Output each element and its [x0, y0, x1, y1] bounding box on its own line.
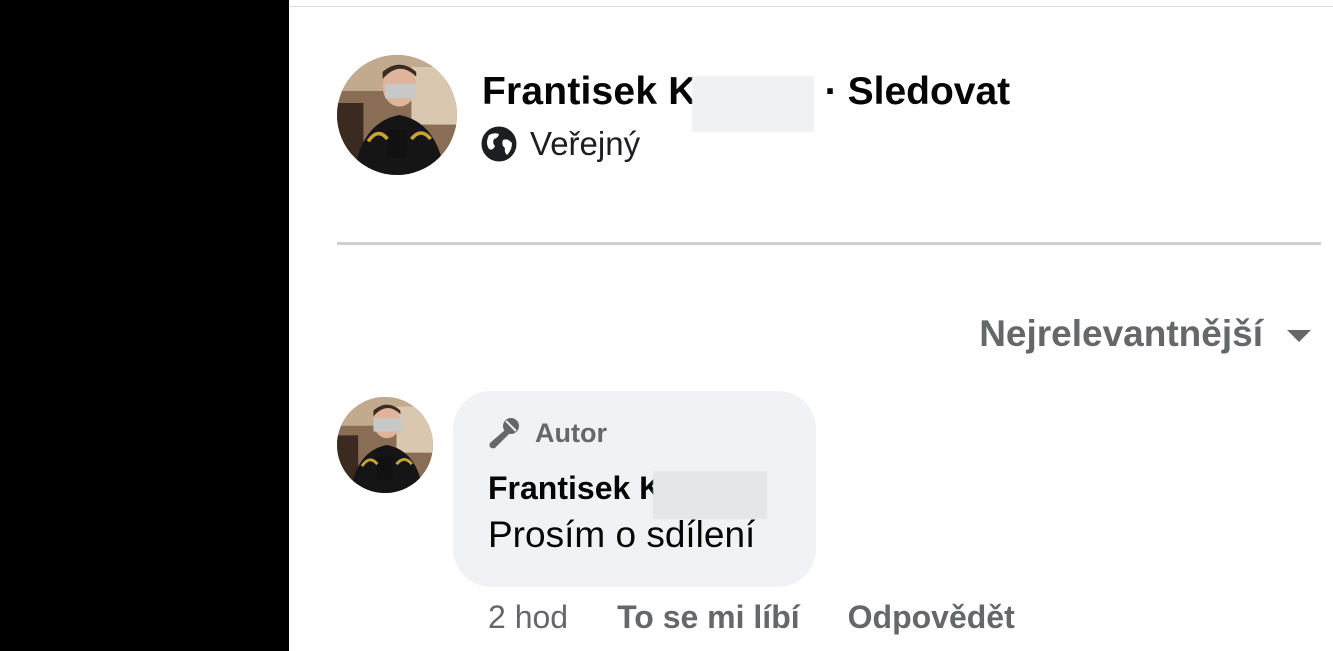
sort-dropdown[interactable]: Nejrelevantnější: [979, 313, 1311, 355]
left-black-panel: [0, 0, 289, 651]
comment-timestamp[interactable]: 2 hod: [488, 599, 568, 636]
comment-author-avatar[interactable]: [337, 397, 433, 493]
caret-down-icon: [1287, 330, 1311, 342]
separator-dot: ·: [824, 70, 838, 113]
like-button[interactable]: To se mi líbí: [617, 599, 800, 636]
globe-icon: [481, 126, 517, 162]
author-badge: Autor: [487, 413, 607, 453]
redaction-block: [692, 76, 814, 132]
comment-author-name[interactable]: Frantisek K: [488, 470, 662, 507]
privacy-label: Veřejný: [530, 125, 641, 162]
redaction-block: [653, 471, 767, 519]
top-divider: [289, 6, 1333, 7]
section-divider: [337, 242, 1321, 245]
post-author-name[interactable]: Frantisek K: [482, 70, 697, 114]
privacy-row: Veřejný: [481, 122, 640, 166]
avatar-photo: [337, 55, 457, 175]
sort-label: Nejrelevantnější: [979, 313, 1263, 354]
follow-button[interactable]: Sledovat: [848, 70, 1011, 114]
author-badge-label: Autor: [535, 417, 607, 448]
microphone-icon: [489, 418, 519, 449]
comment-text: Prosím o sdílení: [488, 514, 756, 555]
reply-button[interactable]: Odpovědět: [848, 599, 1015, 636]
post-author-avatar[interactable]: [337, 55, 457, 175]
comment-actions: 2 hod To se mi líbí Odpovědět: [488, 595, 1015, 639]
avatar-photo: [337, 397, 433, 493]
